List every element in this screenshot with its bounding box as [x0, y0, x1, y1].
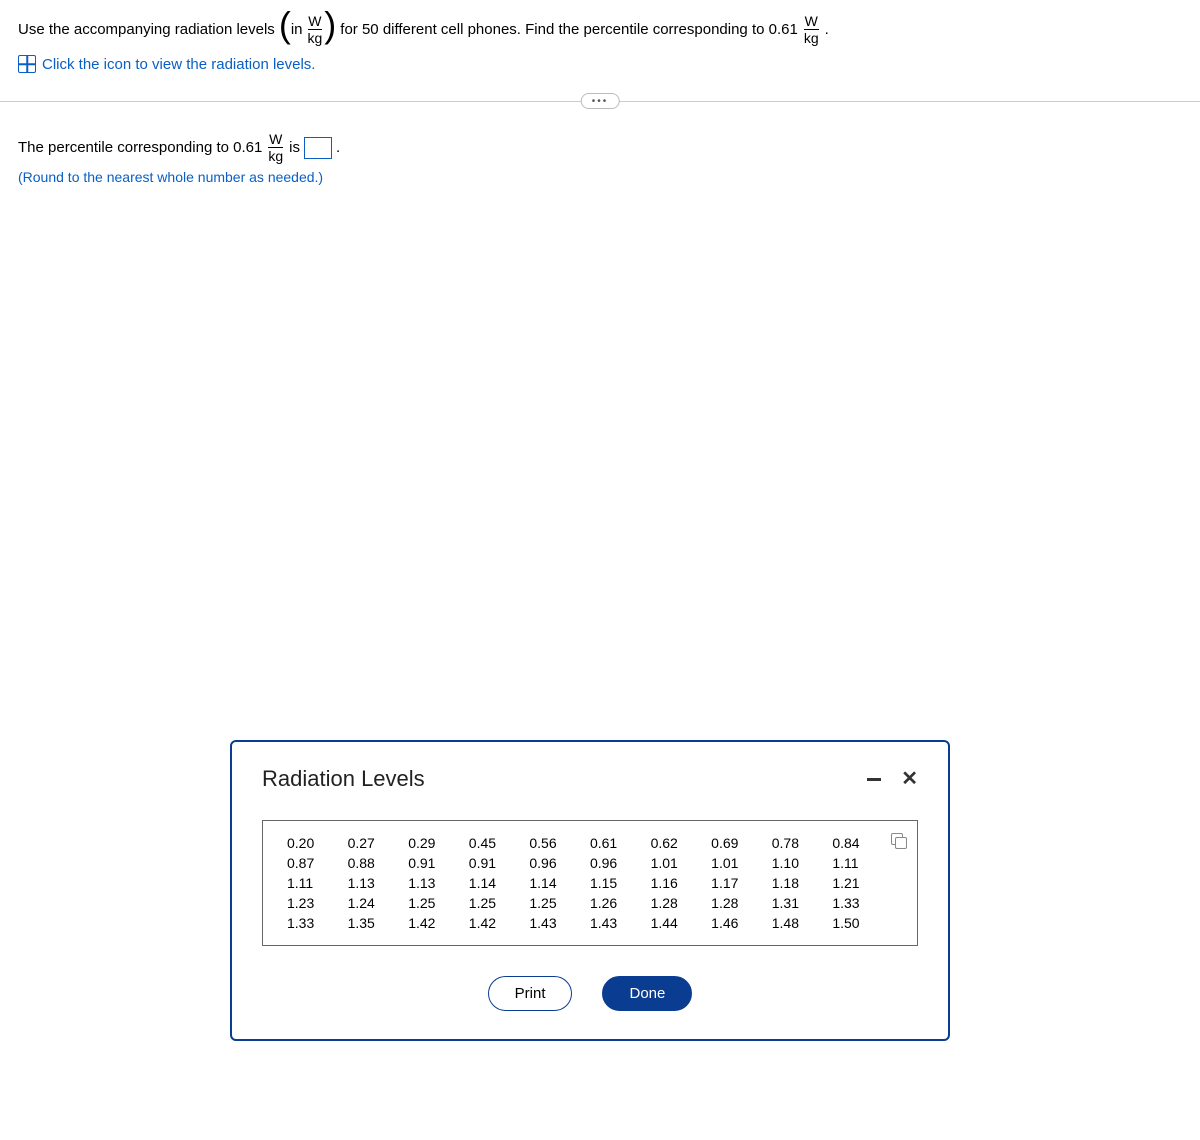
table-icon [18, 55, 36, 73]
print-button[interactable]: Print [488, 976, 573, 1011]
unit-parenthetical: ( in W kg ) [279, 14, 336, 45]
question-text: Use the accompanying radiation levels ( … [18, 14, 1182, 45]
data-cell: 1.25 [408, 893, 469, 913]
answer-sentence: The percentile corresponding to 0.61 W k… [18, 132, 1182, 163]
data-cell: 0.27 [348, 833, 409, 853]
data-cell: 1.21 [832, 873, 893, 893]
data-cell: 0.91 [469, 853, 530, 873]
unit-fraction-3: W kg [268, 132, 283, 163]
data-cell: 0.96 [590, 853, 651, 873]
data-cell: 0.20 [287, 833, 348, 853]
data-cell: 0.96 [529, 853, 590, 873]
question-area: Use the accompanying radiation levels ( … [0, 0, 1200, 81]
data-cell: 1.10 [772, 853, 833, 873]
dialog-title: Radiation Levels [262, 766, 425, 792]
data-cell: 1.11 [287, 873, 348, 893]
data-cell: 1.35 [348, 913, 409, 933]
data-cell: 1.28 [651, 893, 712, 913]
radiation-data-table: 0.200.270.290.450.560.610.620.690.780.84… [287, 833, 893, 933]
unit-fraction-2: W kg [804, 14, 819, 45]
data-cell: 0.84 [832, 833, 893, 853]
data-cell: 0.56 [529, 833, 590, 853]
data-cell: 0.29 [408, 833, 469, 853]
done-button[interactable]: Done [602, 976, 692, 1011]
data-cell: 0.69 [711, 833, 772, 853]
data-cell: 1.42 [469, 913, 530, 933]
answer-area: The percentile corresponding to 0.61 W k… [0, 102, 1200, 185]
percentile-input[interactable] [304, 137, 332, 159]
data-cell: 1.31 [772, 893, 833, 913]
link-text: Click the icon to view the radiation lev… [42, 56, 315, 73]
dialog-window-controls: ✕ [867, 769, 918, 789]
data-cell: 0.61 [590, 833, 651, 853]
table-row: 1.231.241.251.251.251.261.281.281.311.33 [287, 893, 893, 913]
minimize-icon[interactable] [867, 778, 881, 781]
data-cell: 1.28 [711, 893, 772, 913]
data-cell: 1.43 [529, 913, 590, 933]
data-cell: 0.62 [651, 833, 712, 853]
data-cell: 1.26 [590, 893, 651, 913]
data-cell: 1.16 [651, 873, 712, 893]
left-paren: ( [279, 11, 291, 40]
data-cell: 0.45 [469, 833, 530, 853]
rounding-hint: (Round to the nearest whole number as ne… [18, 169, 1182, 185]
data-cell: 1.46 [711, 913, 772, 933]
data-cell: 0.91 [408, 853, 469, 873]
data-cell: 1.50 [832, 913, 893, 933]
data-cell: 1.17 [711, 873, 772, 893]
data-cell: 0.88 [348, 853, 409, 873]
table-row: 1.331.351.421.421.431.431.441.461.481.50 [287, 913, 893, 933]
data-cell: 1.11 [832, 853, 893, 873]
data-cell: 0.78 [772, 833, 833, 853]
answer-prefix: The percentile corresponding to 0.61 [18, 139, 262, 156]
section-divider: ••• [0, 101, 1200, 102]
expand-pill[interactable]: ••• [581, 93, 620, 109]
data-cell: 1.01 [651, 853, 712, 873]
dialog-header: Radiation Levels ✕ [262, 766, 918, 792]
data-cell: 1.33 [832, 893, 893, 913]
data-cell: 0.87 [287, 853, 348, 873]
data-cell: 1.18 [772, 873, 833, 893]
dialog-buttons: Print Done [262, 976, 918, 1011]
unit-denominator-2: kg [804, 29, 819, 45]
question-part2: for 50 different cell phones. Find the p… [340, 19, 798, 40]
radiation-levels-dialog: Radiation Levels ✕ 0.200.270.290.450.560… [230, 740, 950, 1041]
in-text: in [291, 19, 303, 40]
right-paren: ) [324, 11, 336, 40]
data-cell: 1.13 [348, 873, 409, 893]
data-values-box: 0.200.270.290.450.560.610.620.690.780.84… [262, 820, 918, 946]
unit-denominator-3: kg [268, 147, 283, 163]
data-cell: 1.25 [469, 893, 530, 913]
data-cell: 1.48 [772, 913, 833, 933]
data-cell: 1.42 [408, 913, 469, 933]
close-icon[interactable]: ✕ [901, 769, 918, 789]
data-cell: 1.44 [651, 913, 712, 933]
table-row: 0.200.270.290.450.560.610.620.690.780.84 [287, 833, 893, 853]
table-row: 1.111.131.131.141.141.151.161.171.181.21 [287, 873, 893, 893]
copy-icon[interactable] [891, 833, 903, 845]
answer-mid: is [289, 139, 300, 156]
data-cell: 1.01 [711, 853, 772, 873]
data-cell: 1.24 [348, 893, 409, 913]
data-cell: 1.23 [287, 893, 348, 913]
unit-numerator-2: W [805, 14, 818, 29]
data-cell: 1.15 [590, 873, 651, 893]
question-part1: Use the accompanying radiation levels [18, 19, 275, 40]
data-cell: 1.25 [529, 893, 590, 913]
question-period: . [825, 19, 829, 40]
answer-suffix: . [336, 139, 340, 156]
unit-denominator: kg [308, 29, 323, 45]
unit-numerator: W [308, 14, 321, 29]
table-row: 0.870.880.910.910.960.961.011.011.101.11 [287, 853, 893, 873]
data-cell: 1.13 [408, 873, 469, 893]
view-data-link[interactable]: Click the icon to view the radiation lev… [18, 55, 1182, 73]
data-cell: 1.14 [469, 873, 530, 893]
unit-numerator-3: W [269, 132, 282, 147]
data-cell: 1.43 [590, 913, 651, 933]
data-cell: 1.14 [529, 873, 590, 893]
unit-fraction: W kg [308, 14, 323, 45]
data-cell: 1.33 [287, 913, 348, 933]
